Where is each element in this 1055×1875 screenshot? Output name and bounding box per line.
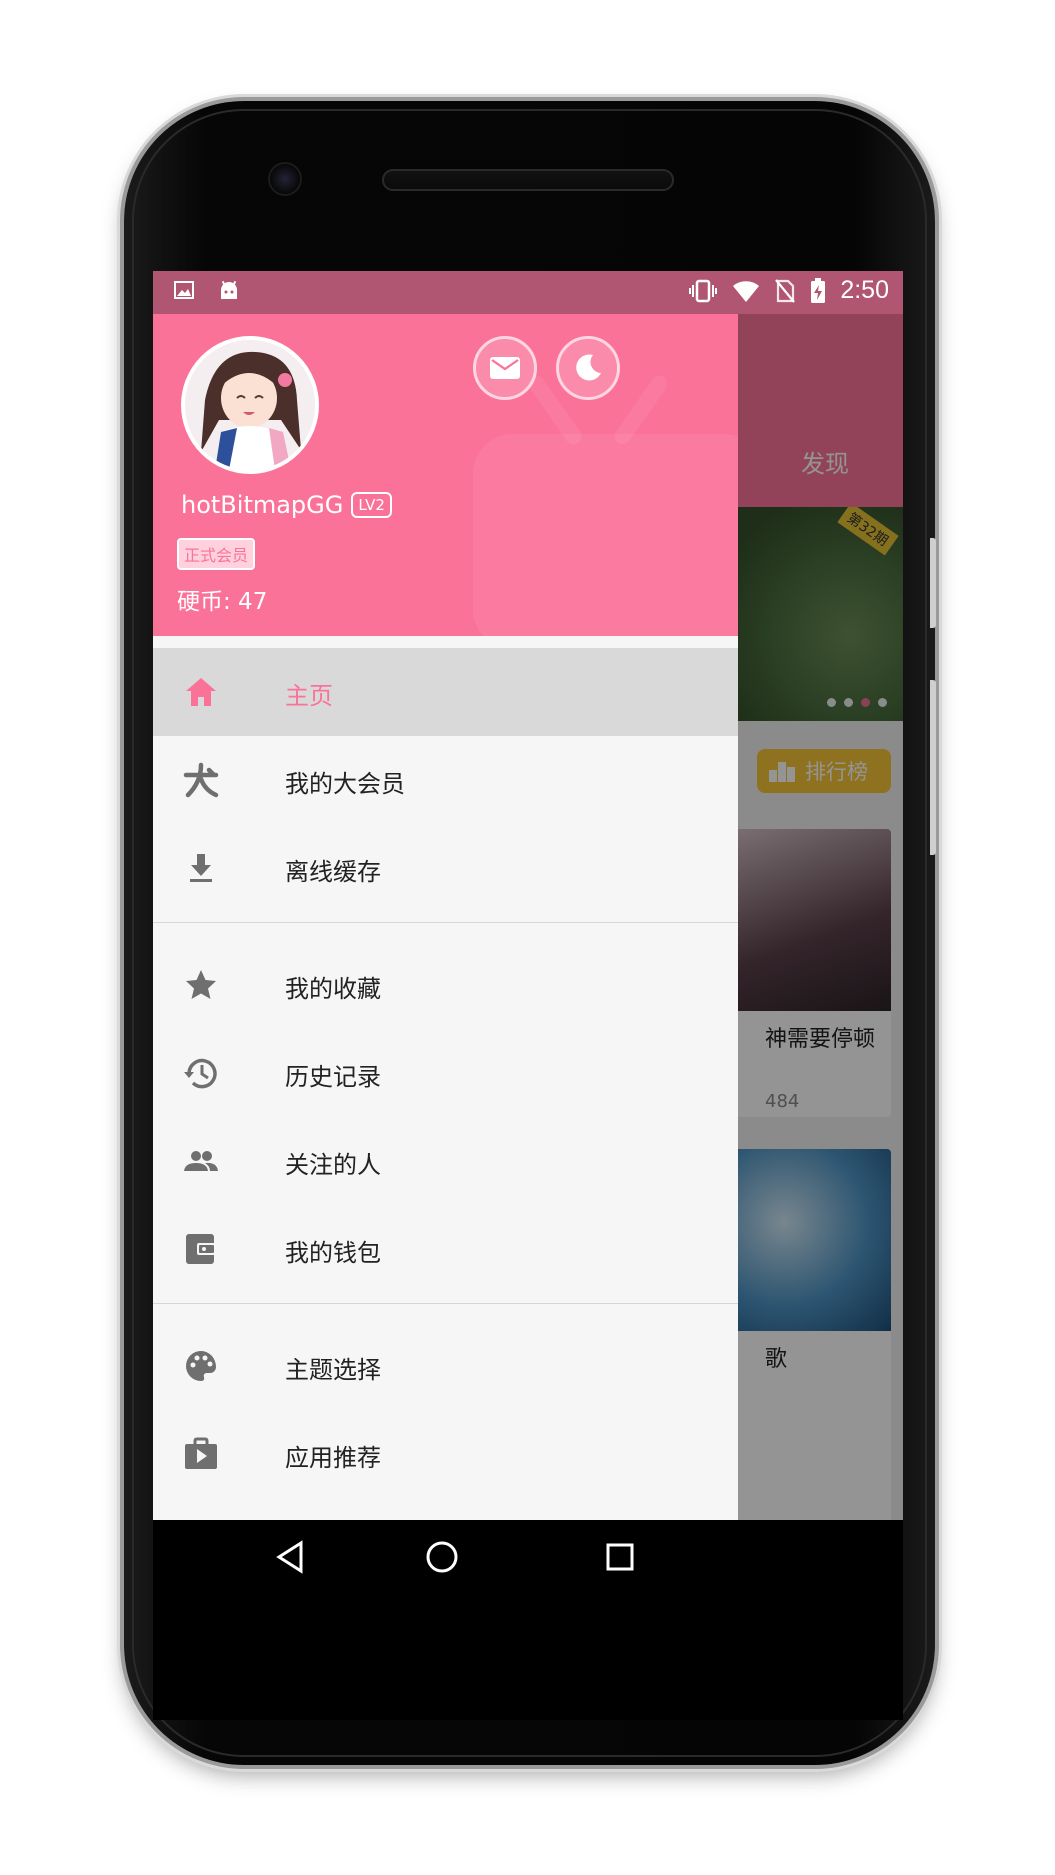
navigation-drawer: hotBitmapGG LV2 正式会员 硬币: 47 主页 我的大会员 离线缓… <box>153 314 738 1520</box>
shop-icon <box>185 1437 217 1469</box>
wifi-icon <box>733 280 760 302</box>
menu-item-theme[interactable]: 主题选择 <box>153 1322 738 1410</box>
menu-item-label: 我的收藏 <box>285 975 381 1003</box>
screen: 2:50 发现 第32期 排行榜 神需要停顿 484 歌 hotBitmapGG… <box>153 271 903 1720</box>
username: hotBitmapGG <box>181 491 344 519</box>
image-icon <box>174 281 194 299</box>
coin-count: 硬币: 47 <box>177 589 268 615</box>
menu-item-following[interactable]: 关注的人 <box>153 1117 738 1205</box>
power-button <box>930 680 936 855</box>
menu-item-label: 历史记录 <box>285 1063 381 1091</box>
night-mode-icon <box>576 354 601 381</box>
menu-item-label: 应用推荐 <box>285 1444 381 1472</box>
member-badge: 正式会员 <box>177 538 256 570</box>
night-mode-button[interactable] <box>556 336 620 400</box>
vip-da-icon <box>183 762 219 798</box>
menu-item-vip[interactable]: 我的大会员 <box>153 736 738 824</box>
mail-icon <box>490 357 520 379</box>
front-camera <box>270 164 300 194</box>
android-icon <box>221 280 237 299</box>
clock: 2:50 <box>840 276 889 304</box>
volume-button <box>930 538 936 628</box>
menu-item-label: 我的钱包 <box>285 1239 381 1267</box>
menu-item-label: 主题选择 <box>285 1356 381 1384</box>
mail-button[interactable] <box>473 336 537 400</box>
star-icon <box>186 970 216 999</box>
palette-icon <box>186 1351 216 1381</box>
download-icon <box>190 854 212 882</box>
menu-item-label: 我的大会员 <box>285 770 405 798</box>
menu-item-app-recommend[interactable]: 应用推荐 <box>153 1410 738 1498</box>
drawer-header: hotBitmapGG LV2 正式会员 硬币: 47 <box>153 314 738 636</box>
status-bar: 2:50 <box>153 271 903 314</box>
drawer-menu: 主页 我的大会员 离线缓存 我的收藏 历史记录 关注的人 我的钱包 主题选择 应… <box>153 648 738 1498</box>
battery-charging-icon <box>811 277 826 303</box>
people-icon <box>184 1151 218 1171</box>
menu-item-label: 关注的人 <box>285 1151 381 1179</box>
system-navigation-bar <box>153 1520 903 1599</box>
no-sim-icon <box>775 278 796 303</box>
tv-logo-watermark <box>473 434 738 636</box>
menu-item-favorites[interactable]: 我的收藏 <box>153 941 738 1029</box>
level-badge: LV2 <box>351 492 392 518</box>
recents-icon[interactable] <box>605 1540 635 1574</box>
avatar[interactable] <box>181 336 319 474</box>
menu-item-wallet[interactable]: 我的钱包 <box>153 1205 738 1293</box>
menu-item-label: 离线缓存 <box>285 858 381 886</box>
wallet-icon <box>186 1234 216 1264</box>
home-icon <box>186 678 216 706</box>
top-speaker <box>382 169 674 191</box>
back-icon[interactable] <box>275 1540 305 1574</box>
history-icon <box>184 1058 217 1089</box>
menu-item-home[interactable]: 主页 <box>153 648 738 736</box>
menu-item-history[interactable]: 历史记录 <box>153 1029 738 1117</box>
user-info: hotBitmapGG LV2 <box>181 491 392 519</box>
home-circle-icon[interactable] <box>425 1540 459 1574</box>
vibrate-icon <box>689 279 718 302</box>
menu-item-label: 主页 <box>285 682 333 710</box>
menu-item-offline-cache[interactable]: 离线缓存 <box>153 824 738 912</box>
